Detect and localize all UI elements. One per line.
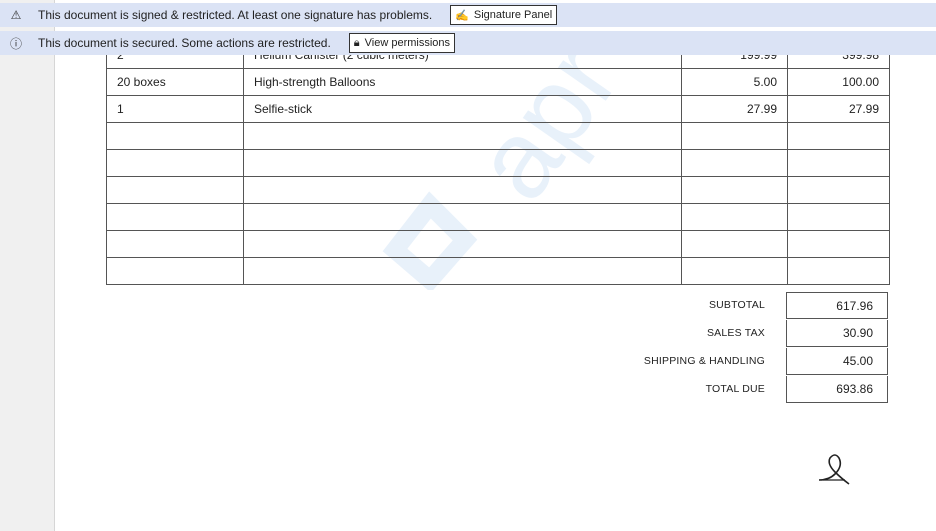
totals-label: SALES TAX xyxy=(706,327,765,339)
amount-cell xyxy=(787,149,890,177)
view-permissions-button[interactable]: 🔒︎ View permissions xyxy=(348,33,456,53)
view-permissions-label: View permissions xyxy=(364,37,451,49)
description-cell: High-strength Balloons xyxy=(243,68,682,96)
qty-cell xyxy=(106,257,244,285)
table-row xyxy=(106,203,890,231)
totals-label: SUBTOTAL xyxy=(708,299,765,311)
amount-cell xyxy=(787,203,890,231)
totals-value: 30.90 xyxy=(786,320,888,347)
unit-price-cell xyxy=(681,257,788,285)
amount-cell xyxy=(787,176,890,204)
unit-price-cell xyxy=(681,176,788,204)
table-row xyxy=(106,176,890,204)
description-cell xyxy=(243,203,682,231)
lock-icon: 🔒︎ xyxy=(353,36,360,49)
totals-label: SHIPPING & HANDLING xyxy=(643,355,765,367)
amount-cell xyxy=(787,230,890,258)
signature-panel-button[interactable]: ✍ Signature Panel xyxy=(450,5,558,25)
table-row xyxy=(106,257,890,285)
amount-cell xyxy=(787,122,890,150)
unit-price-cell: 5.00 xyxy=(681,68,788,96)
qty-cell xyxy=(106,122,244,150)
unit-price-cell xyxy=(681,230,788,258)
description-cell xyxy=(243,149,682,177)
table-row xyxy=(106,122,890,150)
security-info-text: This document is secured. Some actions a… xyxy=(38,36,331,50)
left-sidebar xyxy=(0,0,55,531)
description-cell xyxy=(243,230,682,258)
table-row xyxy=(106,149,890,177)
table-row: 1 Selfie-stick 27.99 27.99 xyxy=(106,95,890,123)
totals-value: 693.86 xyxy=(786,376,888,403)
totals-value: 617.96 xyxy=(786,292,888,319)
info-icon: ⓘ xyxy=(9,36,22,51)
table-row: 20 boxes High-strength Balloons 5.00 100.00 xyxy=(106,68,890,96)
description-cell xyxy=(243,176,682,204)
description-cell xyxy=(243,257,682,285)
signature-warning-bar: ⚠ This document is signed & restricted. … xyxy=(0,3,936,27)
qty-cell xyxy=(106,230,244,258)
signature-mark xyxy=(818,454,850,485)
qty-cell xyxy=(106,203,244,231)
signature-panel-label: Signature Panel xyxy=(473,9,553,21)
unit-price-cell xyxy=(681,149,788,177)
amount-cell: 27.99 xyxy=(787,95,890,123)
line-items-table: 2 Helium Canister (2 cubic meters) 199.99 3… xyxy=(106,41,890,285)
document-page: apr 2 Helium Canister (2 cubic meters) 199… xyxy=(55,0,936,531)
totals-value: 45.00 xyxy=(786,348,888,375)
totals-label: TOTAL DUE xyxy=(705,383,765,395)
signature-warning-text: This document is signed & restricted. At… xyxy=(38,8,433,22)
warning-icon: ⚠ xyxy=(10,8,22,22)
unit-price-cell: 27.99 xyxy=(681,95,788,123)
qty-cell: 1 xyxy=(106,95,244,123)
unit-price-cell xyxy=(681,122,788,150)
description-cell: Selfie-stick xyxy=(243,95,682,123)
table-row xyxy=(106,230,890,258)
qty-cell: 20 boxes xyxy=(106,68,244,96)
description-cell xyxy=(243,122,682,150)
unit-price-cell xyxy=(681,203,788,231)
qty-cell xyxy=(106,176,244,204)
security-info-bar: ⓘ This document is secured. Some actions… xyxy=(0,31,936,55)
qty-cell xyxy=(106,149,244,177)
amount-cell: 100.00 xyxy=(787,68,890,96)
signature-icon: ✍ xyxy=(455,9,469,22)
amount-cell xyxy=(787,257,890,285)
